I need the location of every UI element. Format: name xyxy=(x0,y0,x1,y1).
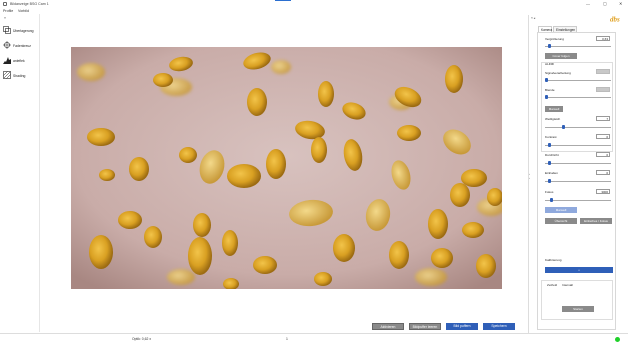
left-item-shading[interactable]: Shading xyxy=(3,71,39,79)
slider-track xyxy=(545,162,611,164)
slider-thumb[interactable] xyxy=(548,179,552,183)
kalibrierung-button[interactable]: ⌂ xyxy=(545,267,613,273)
cover-folgen-button[interactable]: Cover folgen xyxy=(545,53,577,59)
title-bar: Bildanzeige BSG Cam 1 — ▢ ✕ xyxy=(0,0,628,8)
slider-thumb[interactable] xyxy=(548,161,552,165)
label-einhalten: Einhalten xyxy=(545,171,558,175)
group-label: ALFMI xyxy=(545,62,555,66)
slider-track xyxy=(545,79,611,81)
svg-text:dbs: dbs xyxy=(610,16,620,24)
left-item-anleflek[interactable]: anleflek xyxy=(3,56,39,64)
microscope-image xyxy=(71,47,502,289)
value-blende xyxy=(596,87,610,92)
left-item-label: Shading xyxy=(13,73,26,78)
value-weissgleich[interactable]: 7 xyxy=(596,116,610,121)
slider-track xyxy=(545,180,611,182)
left-item-ueberlagerung[interactable]: Überlagerung xyxy=(3,26,39,34)
label-vergroesserung: Vergrößerung xyxy=(545,37,564,41)
collapse-left-button[interactable]: « xyxy=(4,16,6,20)
minimize-button[interactable]: — xyxy=(586,1,590,6)
manuell-button-1[interactable]: Manuell xyxy=(545,106,563,112)
slider-track xyxy=(545,144,611,146)
histogram-icon xyxy=(3,57,11,64)
crosshair-icon xyxy=(3,41,11,49)
menu-profile[interactable]: Profile xyxy=(3,9,13,13)
slider-track xyxy=(545,126,611,128)
brand-logo: dbs xyxy=(610,16,620,24)
status-center-value: 1 xyxy=(286,337,288,341)
slider-track xyxy=(545,45,611,47)
slider-thumb[interactable] xyxy=(562,125,565,129)
label-signal: Signalverarbeitung xyxy=(545,71,571,75)
label-kalibrierung: Kalibrierung xyxy=(545,258,562,262)
speichern-button[interactable]: Speichern xyxy=(483,323,515,330)
window-title: Bildanzeige BSG Cam 1 xyxy=(10,1,49,6)
slider-thumb[interactable] xyxy=(550,198,554,202)
panel-side-arrows[interactable]: › ‹ xyxy=(529,172,530,180)
slider-fokus[interactable] xyxy=(545,198,611,202)
connection-status-led xyxy=(615,336,620,342)
aktivieren-button[interactable]: Aktivieren xyxy=(372,323,404,330)
slider-thumb[interactable] xyxy=(545,95,548,99)
label-blende: Blende xyxy=(545,88,555,92)
bildpuffer-leeren-button[interactable]: Bildpuffer leeren xyxy=(409,323,441,330)
label-weissgleich: Weißgleich xyxy=(545,117,561,121)
einfaches-fokus-button[interactable]: Einfaches / Fokus xyxy=(580,218,612,224)
menu-vorbild[interactable]: Vorbild xyxy=(18,9,29,13)
maximize-button[interactable]: ▢ xyxy=(603,1,607,6)
value-durchlicht[interactable]: 0 xyxy=(596,152,610,157)
value-vergroesserung[interactable]: 0,63 xyxy=(596,36,610,41)
value-kontrast[interactable]: 0 xyxy=(596,134,610,139)
camera-live-image[interactable] xyxy=(71,47,502,289)
manuell-button-2[interactable]: Manuell xyxy=(545,207,577,213)
overlay-icon xyxy=(3,26,11,34)
label-fokus: Fokus xyxy=(545,190,554,194)
left-tool-panel: « Überlagerung Fadenkreuz anleflek Shadi… xyxy=(0,14,40,332)
slider-weissgleich[interactable] xyxy=(545,125,611,129)
slider-track xyxy=(545,96,611,98)
app-icon xyxy=(3,2,7,6)
left-item-label: Fadenkreuz xyxy=(13,43,31,48)
value-einhalten[interactable]: 0 xyxy=(596,170,610,175)
shading-icon xyxy=(3,71,11,79)
label-kontrast: Kontrast xyxy=(545,135,557,139)
menu-bar: Profile Vorbild xyxy=(0,8,628,14)
uebersicht-button[interactable]: Übersicht xyxy=(545,218,577,224)
slider-signal[interactable] xyxy=(545,78,611,82)
slider-thumb[interactable] xyxy=(548,143,552,147)
panel-collapse-controls[interactable]: « ◂ xyxy=(531,16,535,20)
slider-track xyxy=(545,199,611,201)
left-item-fadenkreuz[interactable]: Fadenkreuz xyxy=(3,41,39,49)
starten-button[interactable]: Starten xyxy=(562,306,594,312)
left-item-label: anleflek xyxy=(13,58,25,63)
close-button[interactable]: ✕ xyxy=(619,1,622,6)
slider-vergroesserung[interactable] xyxy=(545,44,611,48)
slider-kontrast[interactable] xyxy=(545,143,611,147)
value-fokus[interactable]: 3000 xyxy=(596,189,610,194)
status-bar: Optik: 0,62 x 1 xyxy=(0,333,628,343)
label-durchlicht: Durchlicht xyxy=(545,153,559,157)
slider-blende[interactable] xyxy=(545,95,611,99)
status-optik: Optik: 0,62 x xyxy=(132,337,152,341)
slider-thumb[interactable] xyxy=(545,78,548,82)
left-item-label: Überlagerung xyxy=(13,28,34,33)
value-signal xyxy=(596,69,610,74)
bild-puffern-button[interactable]: Bild puffern xyxy=(446,323,478,330)
mode-tab-zeitfeld[interactable]: Zeitfeld xyxy=(547,283,557,287)
slider-durchlicht[interactable] xyxy=(545,161,611,165)
title-accent-bar xyxy=(275,0,291,1)
slider-thumb[interactable] xyxy=(548,44,552,48)
slider-einhalten[interactable] xyxy=(545,179,611,183)
mode-tab-intervall[interactable]: Intervall xyxy=(562,283,573,287)
